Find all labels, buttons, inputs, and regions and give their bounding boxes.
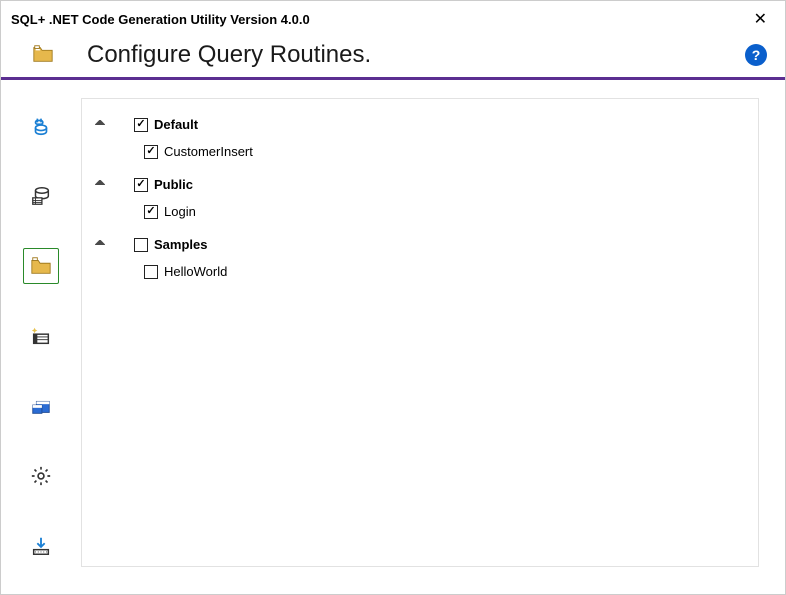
close-button[interactable]: ✕: [746, 7, 775, 31]
plug-db-icon: [30, 115, 52, 137]
nav-folder-queries[interactable]: [23, 248, 59, 284]
routine-tree-panel: Default CustomerInsert Public Login: [81, 98, 759, 567]
folder-open-icon: [30, 255, 52, 277]
tree-group: Samples HelloWorld: [94, 237, 746, 279]
item-checkbox[interactable]: [144, 145, 158, 159]
tree-item: HelloWorld: [124, 264, 746, 279]
group-label: Public: [154, 177, 193, 192]
nav-tab-config[interactable]: [23, 388, 59, 424]
expander-icon[interactable]: [94, 239, 106, 251]
nav-db-connect[interactable]: [23, 108, 59, 144]
sparkle-list-icon: [30, 325, 52, 347]
nav-enum-list[interactable]: [23, 318, 59, 354]
tree-item: Login: [124, 204, 746, 219]
db-table-icon: [30, 185, 52, 207]
item-label: HelloWorld: [164, 264, 227, 279]
tree-group: Public Login: [94, 177, 746, 219]
item-label: Login: [164, 204, 196, 219]
group-checkbox[interactable]: [134, 238, 148, 252]
group-checkbox[interactable]: [134, 118, 148, 132]
item-checkbox[interactable]: [144, 265, 158, 279]
tree-item: CustomerInsert: [124, 144, 746, 159]
side-rail: [1, 80, 81, 585]
help-button[interactable]: ?: [745, 44, 767, 66]
expander-icon[interactable]: [94, 179, 106, 191]
group-label: Samples: [154, 237, 207, 252]
workspace: Default CustomerInsert Public Login: [1, 80, 785, 585]
item-label: CustomerInsert: [164, 144, 253, 159]
header-folder-icon: [31, 43, 55, 68]
gear-icon: [30, 465, 52, 487]
download-icon: [30, 535, 52, 557]
title-bar: SQL+ .NET Code Generation Utility Versio…: [1, 1, 785, 33]
nav-download[interactable]: [23, 528, 59, 564]
header: Configure Query Routines. ?: [1, 33, 785, 77]
expander-icon[interactable]: [94, 119, 106, 131]
tree-group: Default CustomerInsert: [94, 117, 746, 159]
item-checkbox[interactable]: [144, 205, 158, 219]
group-checkbox[interactable]: [134, 178, 148, 192]
page-title: Configure Query Routines.: [87, 41, 745, 69]
group-label: Default: [154, 117, 198, 132]
nav-settings[interactable]: [23, 458, 59, 494]
window-icon: [30, 395, 52, 417]
nav-db-stored[interactable]: [23, 178, 59, 214]
window-title: SQL+ .NET Code Generation Utility Versio…: [11, 12, 310, 27]
